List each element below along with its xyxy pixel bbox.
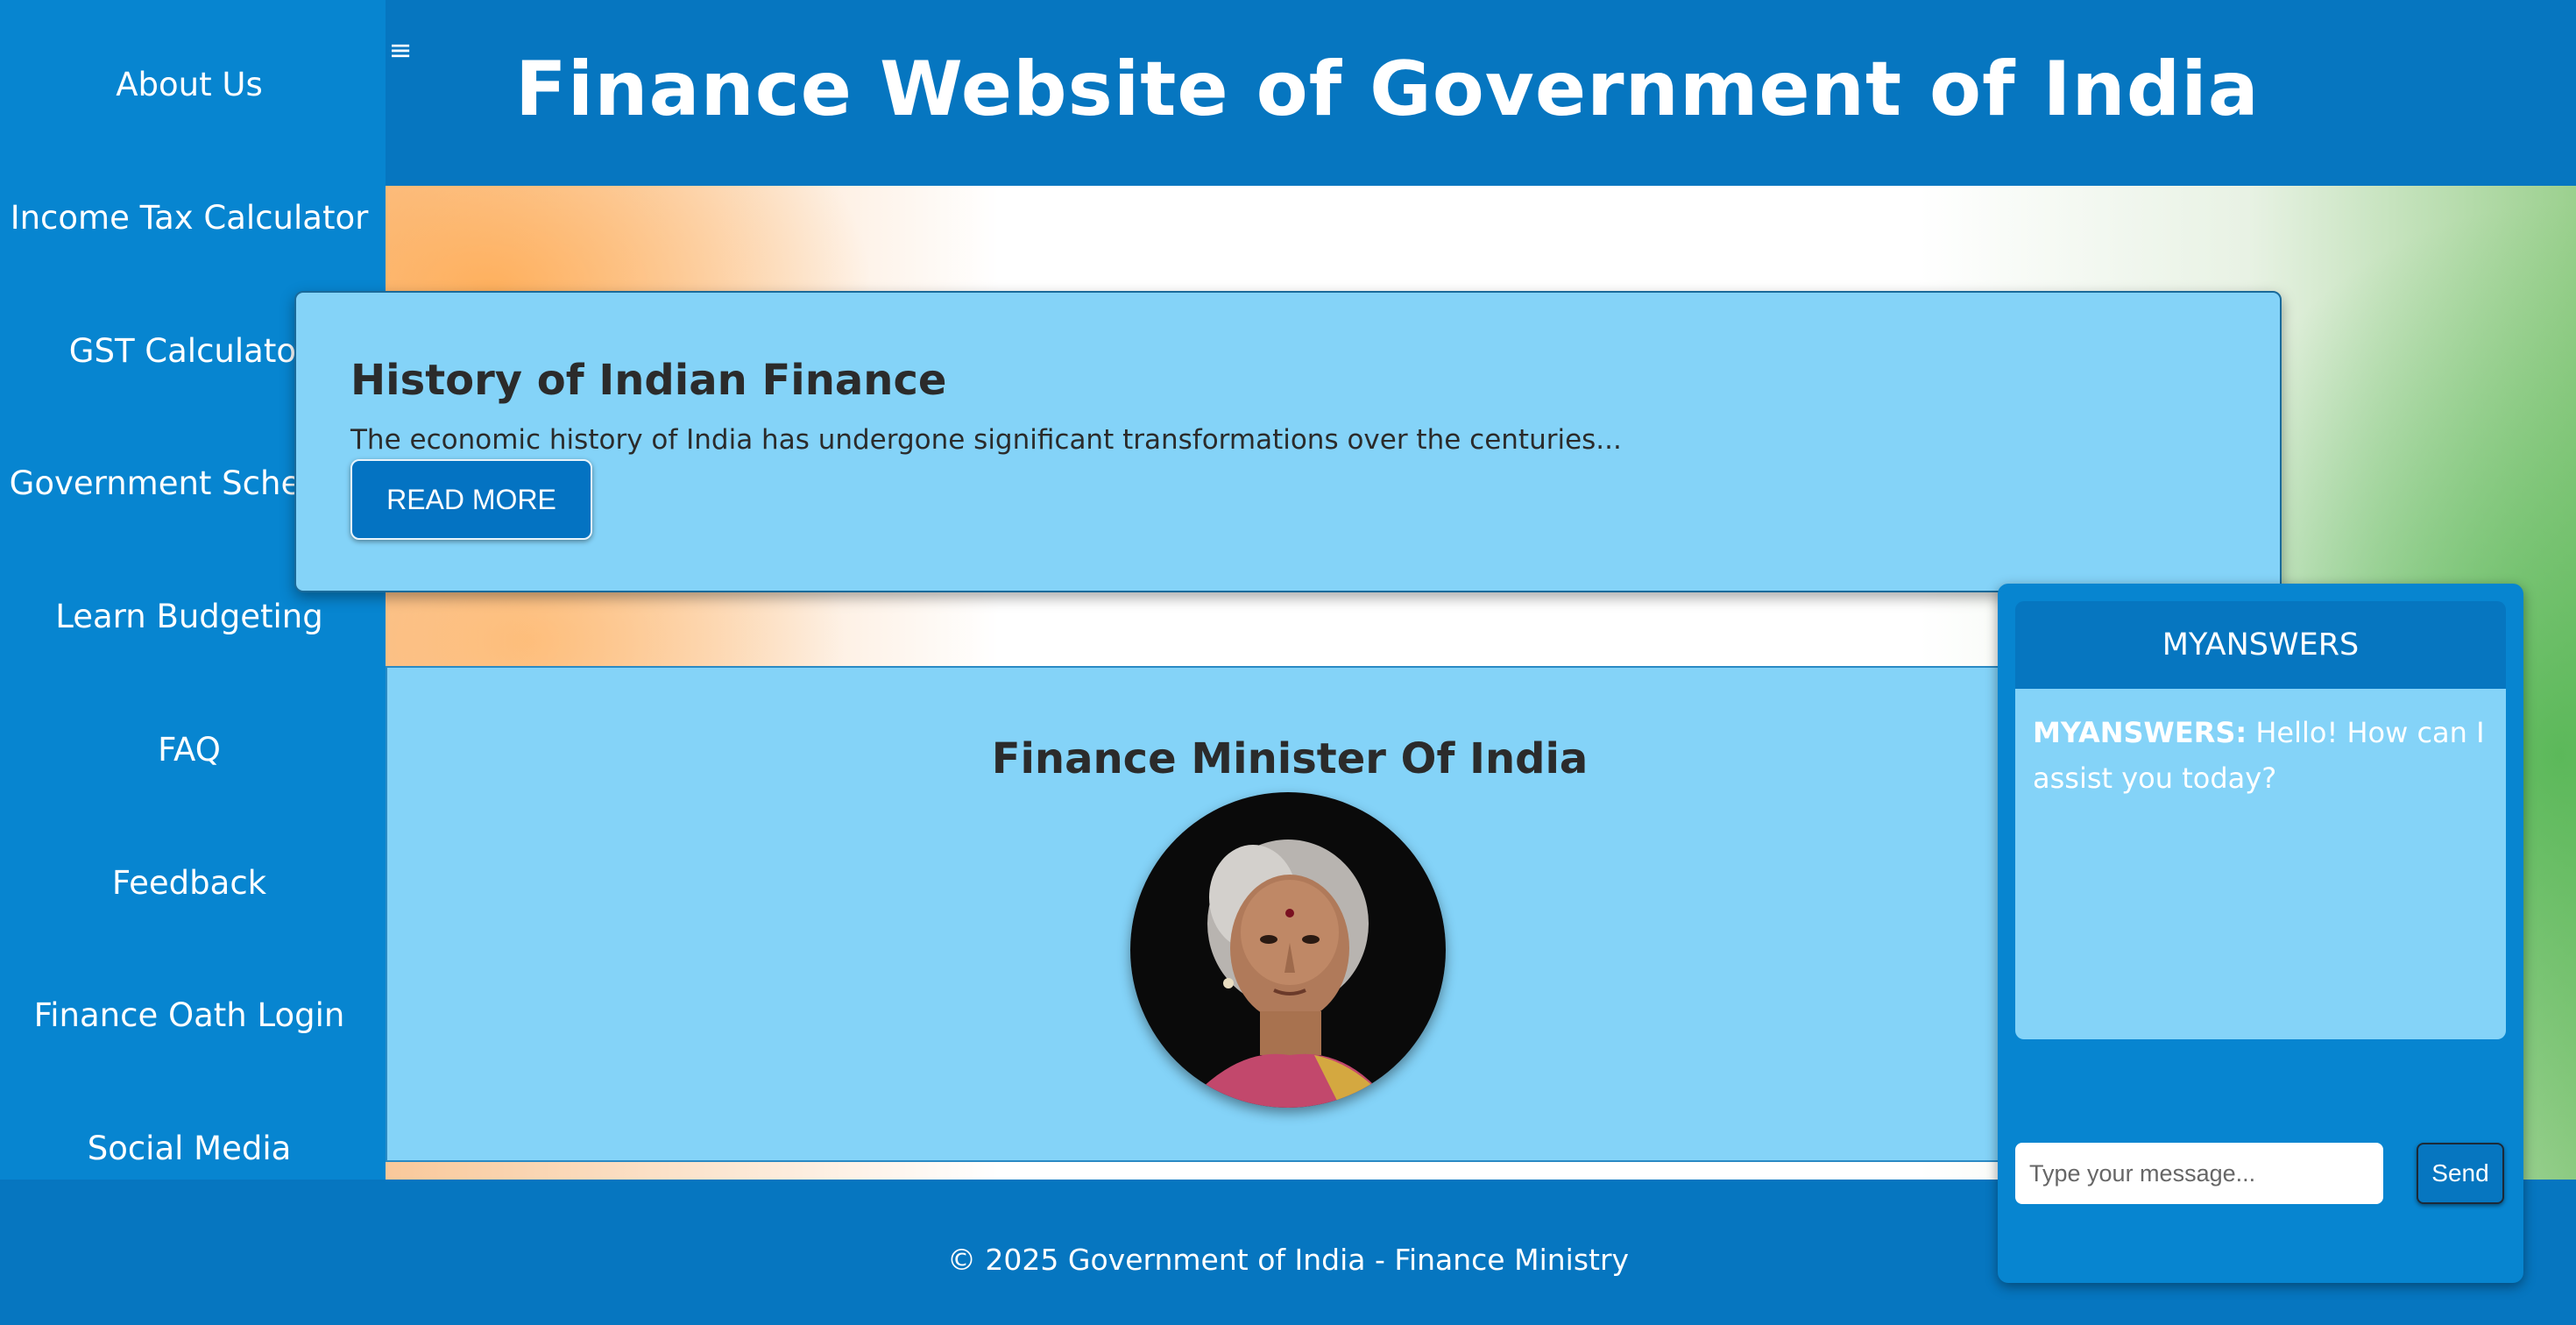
history-card: History of Indian Finance The economic h… (294, 291, 2282, 592)
history-text: The economic history of India has underg… (350, 424, 1622, 456)
chat-send-button[interactable]: Send (2417, 1143, 2504, 1204)
minister-title: Finance Minister Of India (991, 734, 1589, 783)
chat-message-sender: MYANSWERS: (2033, 716, 2247, 749)
chat-widget: MYANSWERS MYANSWERS: Hello! How can I as… (1998, 584, 2523, 1283)
sidebar-item-feedback[interactable]: Feedback (0, 835, 379, 932)
chat-message-input[interactable] (2015, 1143, 2383, 1204)
site-header: ≡ Finance Website of Government of India (0, 0, 2576, 186)
hamburger-menu-icon[interactable]: ≡ (387, 36, 414, 64)
sidebar-item-faq[interactable]: FAQ (0, 702, 379, 798)
sidebar-item-about-us[interactable]: About Us (0, 37, 379, 133)
sidebar-item-income-tax-calculator[interactable]: Income Tax Calculator (0, 170, 379, 266)
minister-portrait-image (1130, 792, 1446, 1108)
site-title: Finance Website of Government of India (515, 46, 2260, 133)
chat-messages: MYANSWERS: Hello! How can I assist you t… (2015, 689, 2506, 1039)
minister-photo (1130, 792, 1446, 1108)
history-title: History of Indian Finance (350, 356, 947, 405)
sidebar-item-finance-oath-login[interactable]: Finance Oath Login (0, 967, 379, 1064)
chat-title: MYANSWERS (2015, 601, 2506, 689)
chat-message: MYANSWERS: Hello! How can I assist you t… (2033, 710, 2488, 801)
read-more-button[interactable]: READ MORE (350, 459, 592, 540)
